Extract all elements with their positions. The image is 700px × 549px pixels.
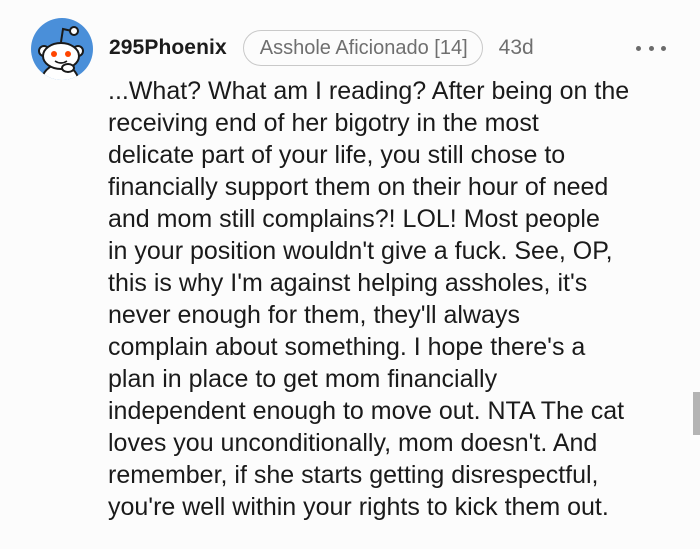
username-link[interactable]: 295Phoenix [109, 36, 227, 60]
comment-body-line: complain about something. I hope there's… [108, 333, 586, 361]
comment-body-line: independent enough to move out. NTA The … [108, 397, 625, 425]
more-horizontal-icon [636, 45, 641, 51]
comment-header: 295Phoenix Asshole Aficionado [14] 43d [109, 29, 534, 67]
reddit-snoo-avatar-icon [31, 18, 93, 80]
user-avatar[interactable] [31, 18, 93, 80]
comment-body-line: plan in place to get mom financially [108, 365, 498, 393]
comment-body: ...What? What am I reading? After being … [108, 75, 688, 523]
scrollbar-thumb[interactable] [693, 392, 700, 435]
comment-body-line: financially support them on their hour o… [108, 173, 609, 201]
comment-body-line: this is why I'm against helping assholes… [108, 269, 588, 297]
comment-body-line: never enough for them, they'll always [108, 301, 520, 329]
comment-body-line: delicate part of your life, you still ch… [108, 141, 566, 169]
more-horizontal-icon-dot [661, 45, 666, 51]
more-horizontal-icon-dot [648, 45, 654, 51]
comment-body-line: you're well within your rights to kick t… [108, 493, 609, 521]
more-options-button[interactable] [636, 43, 666, 53]
comment-body-line: receiving end of her bigotry in the most [108, 109, 539, 137]
comment-body-line: loves you unconditionally, mom doesn't. … [108, 429, 598, 457]
comment-body-line: ...What? What am I reading? After being … [108, 77, 630, 105]
comment: 295Phoenix Asshole Aficionado [14] 43d .… [0, 0, 700, 549]
user-flair-badge: Asshole Aficionado [14] [242, 30, 483, 66]
comment-age: 43d [498, 36, 534, 59]
comment-body-line: in your position wouldn't give a fuck. S… [108, 237, 613, 265]
comment-body-line: remember, if she starts getting disrespe… [108, 461, 599, 489]
comment-body-line: and mom still complains?! LOL! Most peop… [108, 205, 600, 233]
